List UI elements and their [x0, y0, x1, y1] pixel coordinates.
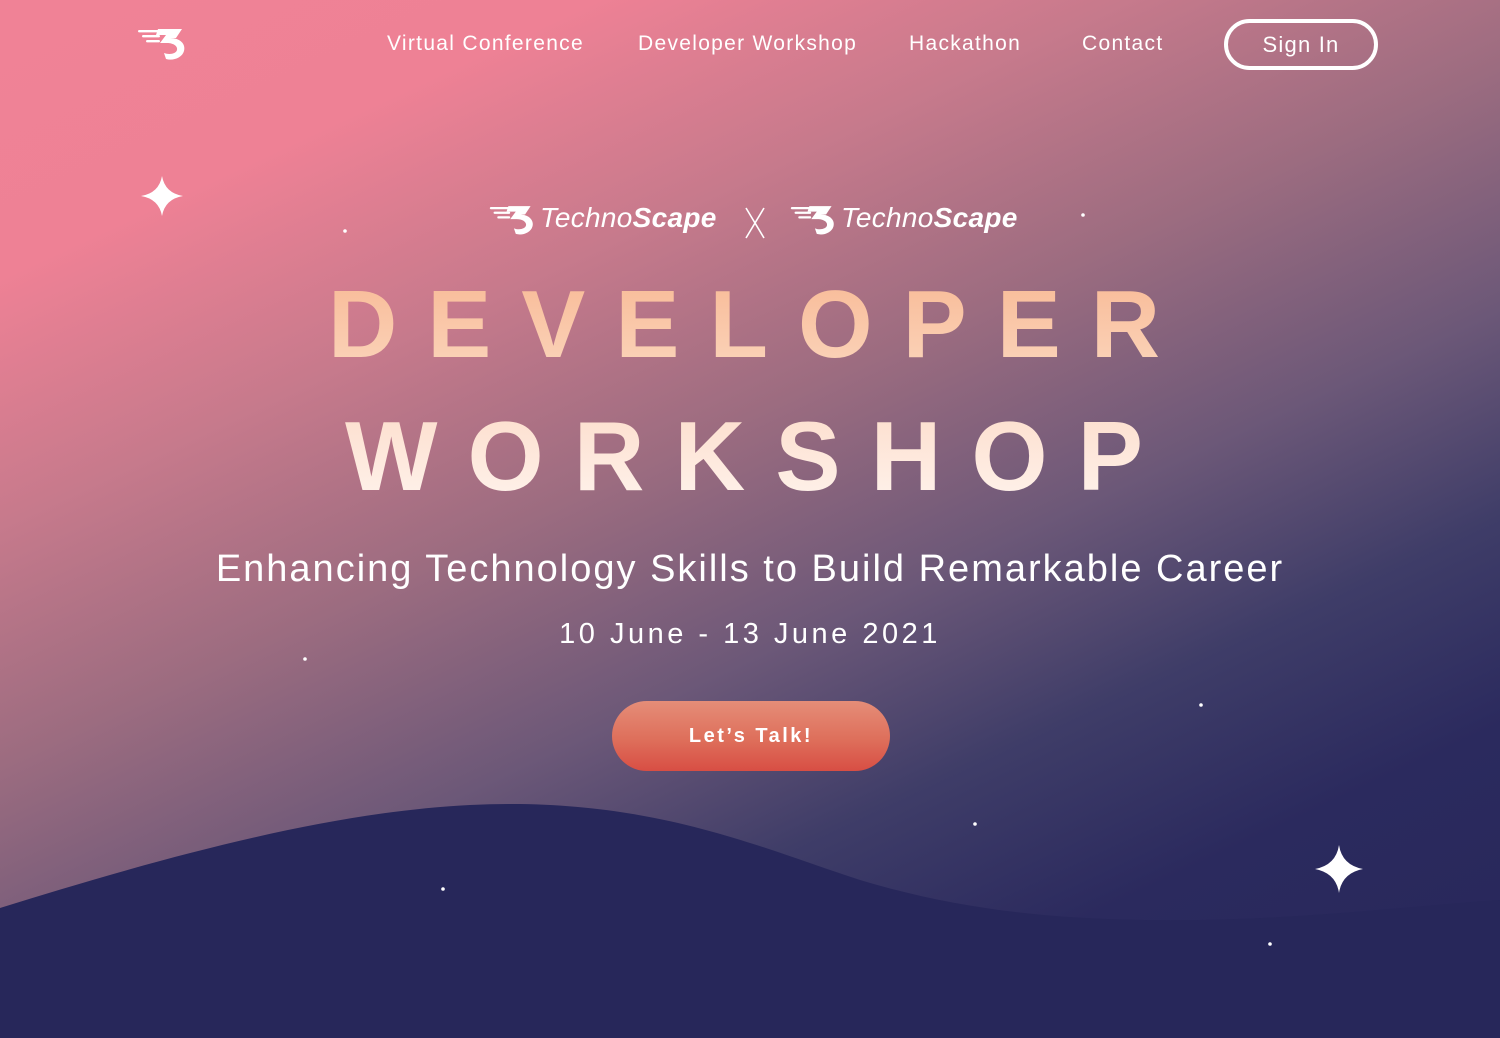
technoscape-logo-icon[interactable]	[136, 26, 190, 62]
hero-tagline: Enhancing Technology Skills to Build Rem…	[215, 548, 1285, 590]
sparkle-icon	[1315, 845, 1363, 893]
nav-link-hackathon[interactable]: Hackathon	[909, 32, 1021, 56]
top-navigation: Virtual Conference Developer Workshop Ha…	[0, 0, 1500, 90]
star-dot	[441, 887, 445, 891]
star-dot	[973, 822, 977, 826]
brand-name-light: Techno	[841, 202, 934, 233]
technoscape-logo-icon	[790, 206, 834, 235]
partner-brand-name: TechnoScape	[540, 202, 717, 234]
lets-talk-button[interactable]: Let’s Talk!	[612, 701, 890, 771]
nav-link-developer-workshop[interactable]: Developer Workshop	[638, 32, 857, 56]
nav-link-contact[interactable]: Contact	[1082, 32, 1163, 56]
sign-in-button[interactable]: Sign In	[1224, 19, 1378, 70]
star-dot	[1199, 703, 1203, 707]
star-dot	[1268, 942, 1272, 946]
nav-link-virtual-conference[interactable]: Virtual Conference	[387, 32, 584, 56]
technoscape-logo-icon	[489, 206, 533, 235]
headline-workshop: WORKSHOP	[0, 400, 1500, 512]
brand-name-bold: Scape	[632, 202, 717, 233]
event-dates: 10 June - 13 June 2021	[559, 618, 941, 650]
hero-page: Virtual Conference Developer Workshop Ha…	[0, 0, 1500, 1038]
brand-name-light: Techno	[540, 202, 633, 233]
star-field	[141, 176, 1363, 946]
star-dot	[303, 657, 307, 661]
brand-name-bold: Scape	[933, 202, 1018, 233]
partner-brand-name: TechnoScape	[841, 202, 1018, 234]
headline-developer: DEVELOPER	[0, 270, 1500, 380]
partner-logos: TechnoScape TechnoScape	[0, 198, 1500, 242]
